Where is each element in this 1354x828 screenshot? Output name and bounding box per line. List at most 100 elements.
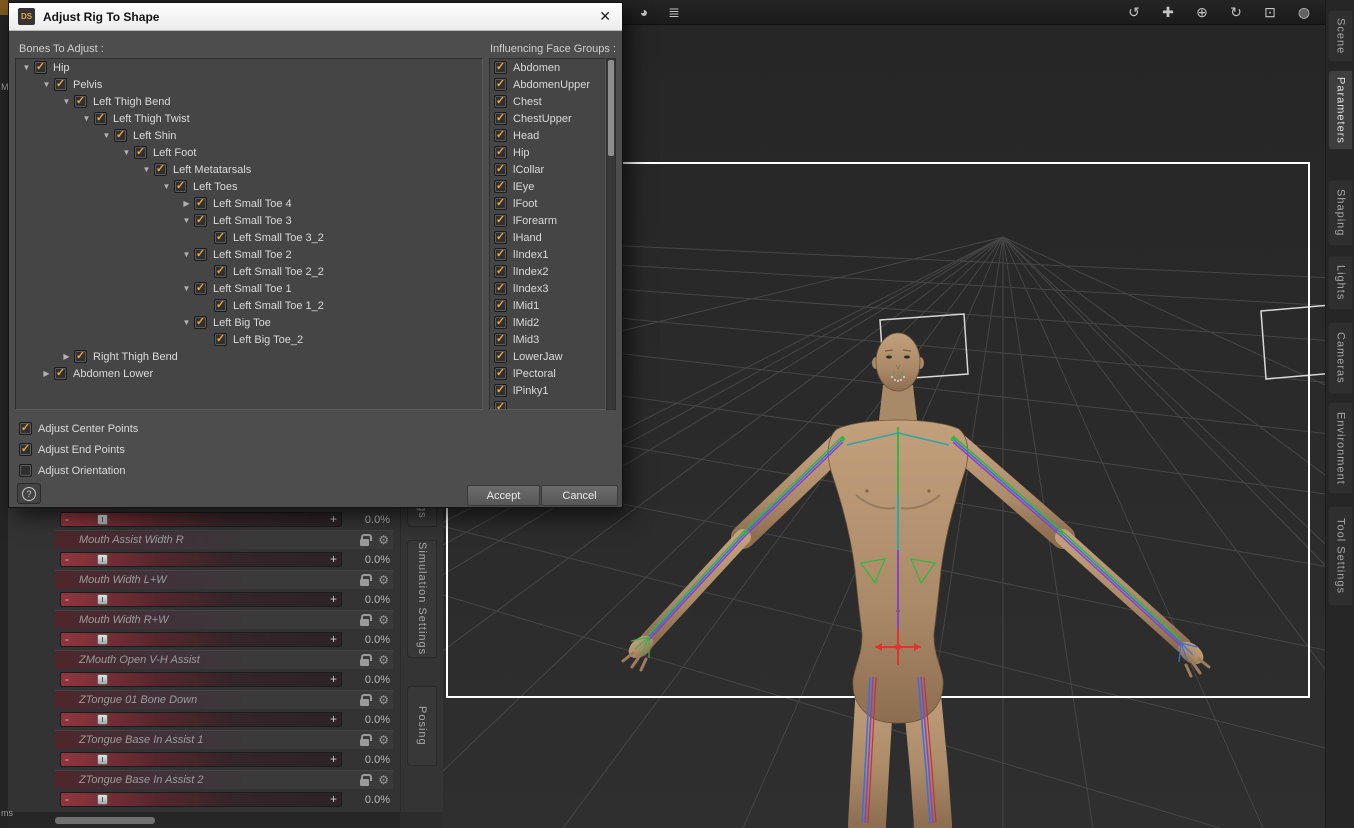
face-group-item[interactable]: ✓ lIndex1 (490, 246, 605, 263)
aim-icon[interactable]: ◍ (1292, 2, 1316, 22)
face-group-item[interactable]: ✓ lMid2 (490, 314, 605, 331)
decrement-button[interactable]: - (65, 633, 69, 646)
checkbox[interactable]: ✓ (74, 350, 87, 363)
face-group-item[interactable]: ✓ lMid1 (490, 297, 605, 314)
zoom-icon[interactable]: ⊕ (1190, 2, 1214, 22)
slider-track[interactable]: - + (60, 632, 342, 647)
slider-track[interactable]: - + (60, 512, 342, 527)
dialog-titlebar[interactable]: DS Adjust Rig To Shape ✕ (9, 3, 622, 31)
face-group-item[interactable]: ✓ Chest (490, 93, 605, 110)
right-tab-lights[interactable]: Lights (1328, 256, 1353, 310)
face-group-item[interactable]: ✓ Abdomen (490, 59, 605, 76)
increment-button[interactable]: + (330, 753, 337, 766)
checkbox[interactable]: ✓ (34, 61, 47, 74)
scrollbar-thumb[interactable] (608, 60, 614, 156)
checkbox[interactable]: ✓ (494, 112, 507, 125)
tree-item[interactable]: ▶ ✓ Left Small Toe 4 (16, 195, 482, 212)
checkbox[interactable]: ✓ (74, 95, 87, 108)
checkbox[interactable]: ✓ (494, 180, 507, 193)
checkbox[interactable]: ✓ (494, 146, 507, 159)
tree-item[interactable]: ▼ ✓ Pelvis (16, 76, 482, 93)
tree-item[interactable]: ▼ ✓ Left Metatarsals (16, 161, 482, 178)
face-group-item[interactable]: ✓ ChestUpper (490, 110, 605, 127)
tree-item[interactable]: ▼ ✓ Left Foot (16, 144, 482, 161)
face-group-item[interactable]: ✓ lHand (490, 229, 605, 246)
slider-track[interactable]: - + (60, 792, 342, 807)
face-group-item[interactable]: ✓ lIndex3 (490, 280, 605, 297)
collapse-arrow-icon[interactable]: ▼ (180, 216, 193, 225)
tree-item[interactable]: ▼ ✓ Left Big Toe (16, 314, 482, 331)
tree-item[interactable]: ✓ Left Small Toe 1_2 (16, 297, 482, 314)
gear-icon[interactable]: ⚙ (378, 653, 389, 668)
checkbox[interactable]: ✓ (494, 384, 507, 397)
checkbox[interactable]: ✓ (214, 265, 227, 278)
face-group-item[interactable]: ✓ lPinky1 (490, 382, 605, 399)
checkbox[interactable]: ✓ (494, 401, 507, 409)
decrement-button[interactable]: - (65, 713, 69, 726)
checkbox[interactable]: ✓ (494, 129, 507, 142)
gear-icon[interactable]: ⚙ (378, 773, 389, 788)
pan-icon[interactable]: ✚ (1156, 2, 1180, 22)
increment-button[interactable]: + (330, 553, 337, 566)
slider-track[interactable]: - + (60, 752, 342, 767)
decrement-button[interactable]: - (65, 553, 69, 566)
gear-icon[interactable]: ⚙ (378, 693, 389, 708)
decrement-button[interactable]: - (65, 593, 69, 606)
decrement-button[interactable]: - (65, 793, 69, 806)
close-icon[interactable]: ✕ (597, 8, 613, 25)
checkbox[interactable]: ✓ (54, 78, 67, 91)
display-options-icon[interactable]: ≣ (662, 2, 686, 22)
collapse-arrow-icon[interactable]: ▼ (100, 131, 113, 140)
checkbox[interactable]: ✓ (214, 231, 227, 244)
checkbox[interactable]: ✓ (134, 146, 147, 159)
slider-track[interactable]: - + (60, 672, 342, 687)
checkbox[interactable]: ✓ (94, 112, 107, 125)
lock-icon[interactable] (360, 694, 372, 706)
figure-3d-model[interactable] (621, 332, 1211, 828)
right-tab-environment[interactable]: Environment (1328, 402, 1353, 494)
checkbox[interactable]: ✓ (494, 350, 507, 363)
increment-button[interactable]: + (330, 513, 337, 526)
lock-icon[interactable] (360, 614, 372, 626)
collapse-arrow-icon[interactable]: ▼ (20, 63, 33, 72)
slider-handle[interactable] (97, 634, 108, 645)
face-groups-scrollbar[interactable] (606, 58, 616, 410)
right-tab-cameras[interactable]: Cameras (1328, 322, 1353, 394)
lock-icon[interactable] (360, 534, 372, 546)
checkbox[interactable]: ✓ (154, 163, 167, 176)
right-tab-parameters[interactable]: Parameters (1328, 70, 1353, 150)
collapse-arrow-icon[interactable]: ▼ (160, 182, 173, 191)
checkbox[interactable]: ✓ (494, 163, 507, 176)
tree-item[interactable]: ▼ ✓ Hip (16, 59, 482, 76)
lock-icon[interactable] (360, 574, 372, 586)
face-group-item[interactable]: ✓ LowerJaw (490, 348, 605, 365)
checkbox[interactable]: ✓ (494, 299, 507, 312)
collapse-arrow-icon[interactable]: ▼ (180, 250, 193, 259)
tree-item[interactable]: ✓ Left Small Toe 3_2 (16, 229, 482, 246)
tree-item[interactable]: ▼ ✓ Left Shin (16, 127, 482, 144)
decrement-button[interactable]: - (65, 753, 69, 766)
tree-item[interactable]: ▼ ✓ Left Thigh Bend (16, 93, 482, 110)
accept-button[interactable]: Accept (467, 485, 540, 506)
checkbox[interactable]: ✓ (494, 248, 507, 261)
shaded-display-icon[interactable]: ◕ (632, 2, 656, 22)
face-group-item[interactable]: ✓ lForearm (490, 212, 605, 229)
decrement-button[interactable]: - (65, 673, 69, 686)
checkbox[interactable]: ✓ (214, 299, 227, 312)
checkbox[interactable]: ✓ (494, 61, 507, 74)
checkbox[interactable]: ✓ (494, 78, 507, 91)
checkbox[interactable]: ✓ (494, 265, 507, 278)
slider-track[interactable]: - + (60, 552, 342, 567)
left-tab-posing[interactable]: Posing (407, 686, 437, 766)
slider-track[interactable]: - + (60, 712, 342, 727)
right-tab-scene[interactable]: Scene (1328, 10, 1353, 62)
expand-arrow-icon[interactable]: ▶ (40, 369, 53, 378)
collapse-arrow-icon[interactable]: ▼ (180, 284, 193, 293)
expand-arrow-icon[interactable]: ▶ (180, 199, 193, 208)
collapse-arrow-icon[interactable]: ▼ (180, 318, 193, 327)
option-adjust-orientation[interactable]: Adjust Orientation (19, 460, 319, 481)
increment-button[interactable]: + (330, 593, 337, 606)
face-group-item[interactable]: ✓ lMid3 (490, 331, 605, 348)
checkbox[interactable]: ✓ (194, 197, 207, 210)
face-group-item[interactable]: ✓ Head (490, 127, 605, 144)
